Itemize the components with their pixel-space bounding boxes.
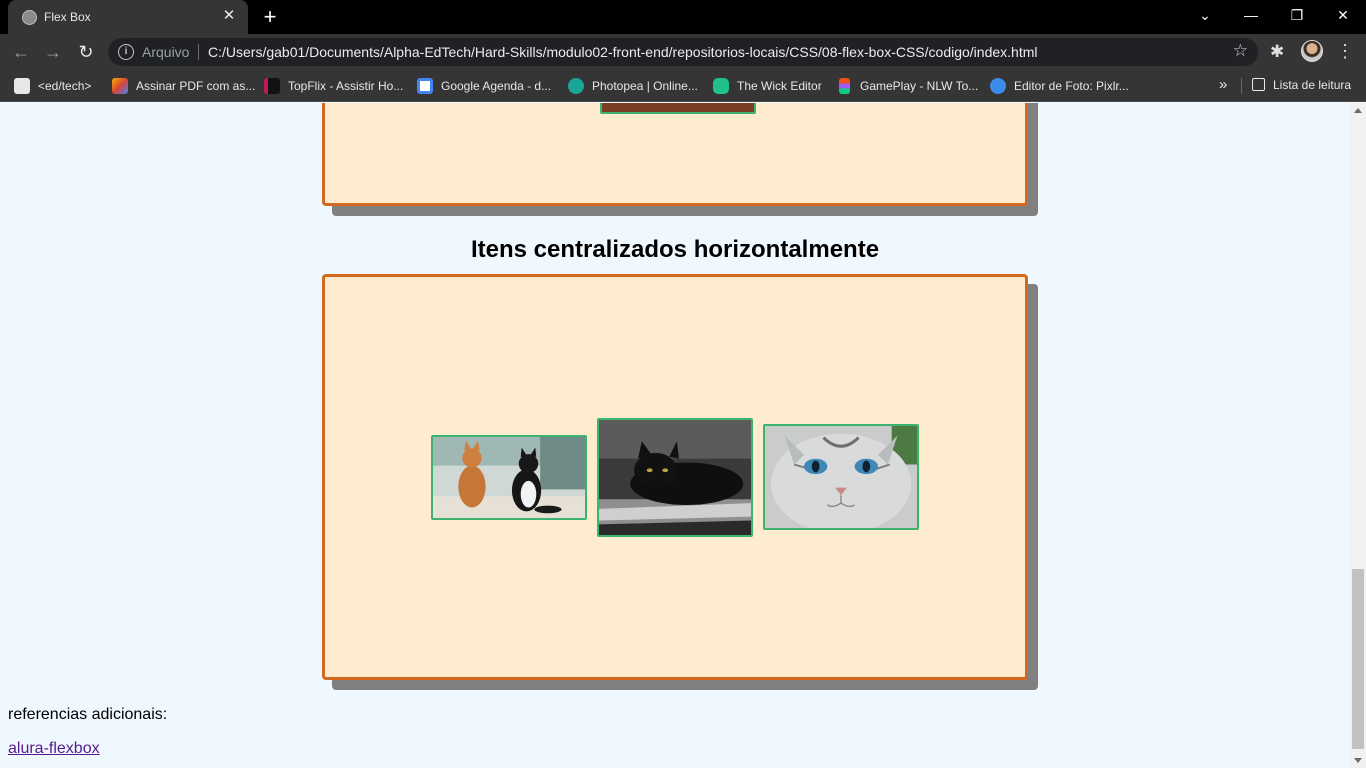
address-url[interactable]: C:/Users/gab01/Documents/Alpha-EdTech/Ha… bbox=[208, 44, 1037, 60]
bookmarks-divider bbox=[1241, 78, 1242, 94]
globe-icon bbox=[22, 10, 37, 25]
bookmark-label: TopFlix - Assistir Ho... bbox=[288, 79, 404, 93]
extensions-icon[interactable]: ✱ bbox=[1270, 42, 1284, 62]
tab-search-icon[interactable]: ⌄ bbox=[1182, 0, 1228, 32]
reading-list-button[interactable]: Lista de leitura bbox=[1252, 78, 1351, 92]
flex-container-centered bbox=[322, 274, 1028, 680]
bookmark-star-icon[interactable]: ☆ bbox=[1233, 41, 1248, 61]
tab-title: Flex Box bbox=[44, 10, 91, 24]
site-info-icon[interactable]: i bbox=[118, 44, 134, 60]
browser-toolbar: ← → ↻ i Arquivo C:/Users/gab01/Documents… bbox=[0, 34, 1366, 70]
reading-list-label: Lista de leitura bbox=[1273, 78, 1352, 92]
bookmark-label: Photopea | Online... bbox=[592, 79, 698, 93]
restore-button[interactable]: ❐ bbox=[1274, 0, 1320, 32]
alura-flexbox-link[interactable]: alura-flexbox bbox=[8, 740, 100, 758]
bookmark-label: <ed/tech> bbox=[38, 79, 92, 93]
cat-photo-black-cat bbox=[597, 417, 753, 537]
new-tab-button[interactable]: + bbox=[258, 5, 282, 29]
topflix-icon bbox=[264, 78, 280, 94]
back-button[interactable]: ← bbox=[8, 39, 34, 65]
flex-container-previous bbox=[322, 103, 1028, 206]
cat-photo-two-cats bbox=[431, 434, 587, 520]
forward-button[interactable]: → bbox=[40, 39, 66, 65]
profile-avatar[interactable] bbox=[1301, 40, 1323, 62]
bookmarks-overflow-icon[interactable]: » bbox=[1219, 76, 1227, 93]
wick-editor-icon bbox=[713, 78, 729, 94]
edtech-icon bbox=[14, 78, 30, 94]
reading-list-icon bbox=[1252, 78, 1265, 91]
address-bar[interactable]: i Arquivo C:/Users/gab01/Documents/Alpha… bbox=[108, 38, 1258, 66]
browser-menu-icon[interactable]: ⋮ bbox=[1336, 40, 1354, 62]
photopea-icon bbox=[568, 78, 584, 94]
section-title: Itens centralizados horizontalmente bbox=[470, 236, 880, 263]
tab-strip: Flex Box ✕ + ⌄ — ❐ ✕ bbox=[0, 0, 1366, 34]
page-scrollbar[interactable] bbox=[1350, 103, 1366, 768]
bookmarks-bar: <ed/tech> Assinar PDF com as... TopFlix … bbox=[0, 70, 1366, 102]
pixlr-icon bbox=[990, 78, 1006, 94]
pdf-app-icon bbox=[112, 78, 128, 94]
bookmark-label: GamePlay - NLW To... bbox=[860, 79, 979, 93]
scrollbar-thumb[interactable] bbox=[1352, 569, 1364, 749]
references-label: referencias adicionais: bbox=[8, 706, 168, 723]
address-scheme-label: Arquivo bbox=[142, 44, 190, 60]
close-window-button[interactable]: ✕ bbox=[1320, 0, 1366, 32]
page-viewport: Itens centralizados horizontalmente refe… bbox=[0, 103, 1350, 768]
calendar-icon bbox=[417, 78, 433, 94]
scroll-down-arrow-icon[interactable] bbox=[1354, 758, 1362, 763]
scroll-up-arrow-icon[interactable] bbox=[1354, 108, 1362, 113]
bookmark-label: Assinar PDF com as... bbox=[136, 79, 256, 93]
tab-flex-box[interactable]: Flex Box ✕ bbox=[8, 0, 248, 34]
minimize-button[interactable]: — bbox=[1228, 0, 1274, 32]
cat-photo-blue-eyes bbox=[763, 424, 919, 530]
address-divider bbox=[198, 44, 199, 60]
bookmark-label: The Wick Editor bbox=[737, 79, 822, 93]
close-tab-icon[interactable]: ✕ bbox=[220, 7, 238, 25]
bookmark-label: Editor de Foto: Pixlr... bbox=[1014, 79, 1129, 93]
bookmark-label: Google Agenda - d... bbox=[441, 79, 552, 93]
reload-button[interactable]: ↻ bbox=[73, 39, 99, 65]
cat-photo-lying bbox=[600, 103, 756, 114]
figma-icon bbox=[839, 78, 850, 94]
